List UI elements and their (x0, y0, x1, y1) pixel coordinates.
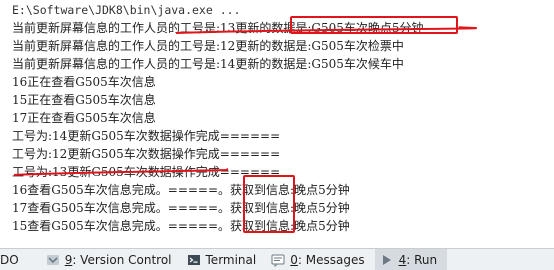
messages-label: : Messages (297, 252, 365, 267)
messages-shortcut: 0 (290, 252, 298, 267)
run-console-output[interactable]: E:\Software\JDK8\bin\java.exe ... 当前更新屏幕… (0, 0, 554, 248)
version-control-shortcut: 9 (64, 252, 73, 267)
terminal-icon (186, 252, 202, 268)
messages-tab[interactable]: 0: Messages (266, 249, 374, 270)
run-label: : Run (406, 252, 438, 267)
underline-annotation (13, 168, 229, 176)
terminal-label: Terminal (205, 252, 257, 267)
messages-icon (270, 252, 286, 268)
highlight-box-annotation (243, 175, 295, 233)
todo-label: DO (0, 252, 19, 267)
version-control-tab[interactable]: 9: Version Control (41, 249, 182, 270)
bottom-tool-window-bar: DO 9: Version Control Terminal 0: Messa… (0, 248, 554, 270)
terminal-tab[interactable]: Terminal (182, 249, 267, 270)
run-shortcut: 4 (398, 252, 407, 267)
todo-tab[interactable]: DO (0, 249, 41, 270)
run-tab[interactable]: 4: Run (374, 249, 448, 270)
version-control-label: : Version Control (72, 252, 172, 267)
red-annotation-marks (13, 16, 477, 233)
run-icon (379, 252, 395, 268)
version-control-icon (45, 252, 61, 268)
